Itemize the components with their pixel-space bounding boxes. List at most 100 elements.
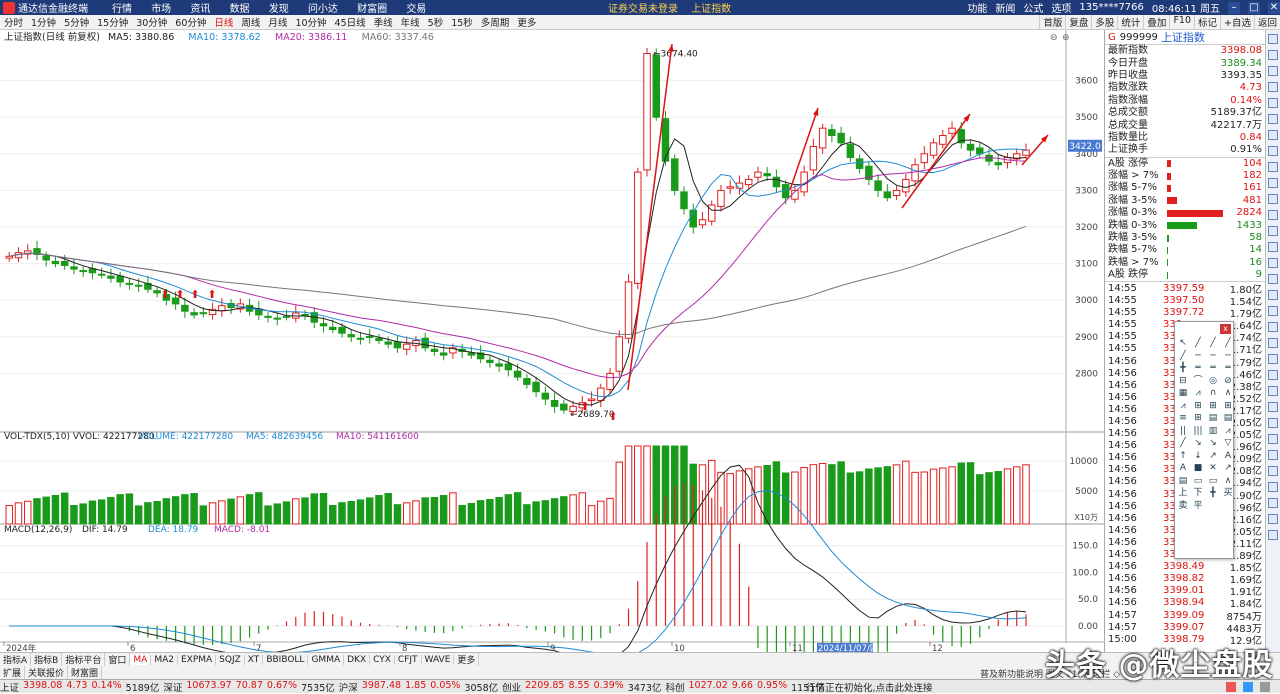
drawing-tool-icon[interactable]: ■ [1192, 463, 1204, 473]
period-button[interactable]: 5分钟 [60, 15, 93, 29]
drawing-tool-icon[interactable]: A [1222, 451, 1234, 461]
drawing-tool-icon[interactable]: ↗ [1222, 463, 1234, 473]
drawing-tool-icon[interactable]: ▤ [1222, 413, 1234, 423]
period-button[interactable]: 更多 [513, 15, 540, 29]
period-button[interactable]: 10分钟 [291, 15, 330, 29]
period-button[interactable]: 季线 [370, 15, 397, 29]
sidebar-tool-icon[interactable] [1268, 370, 1278, 380]
period-button[interactable]: 多周期 [477, 15, 514, 29]
drawing-tool-icon[interactable]: ⊞ [1192, 413, 1204, 423]
drawing-tool-icon[interactable]: 买 [1222, 488, 1234, 498]
drawing-tool-icon[interactable]: ∩ [1207, 388, 1219, 398]
drawing-tool-icon[interactable]: ⩘ [1177, 401, 1189, 411]
drawing-tool-icon[interactable]: ↗ [1207, 451, 1219, 461]
drawing-tool-icon[interactable]: ▥ [1207, 426, 1219, 436]
drawing-tool-icon[interactable]: ─ [1192, 351, 1204, 361]
indicator-tab[interactable]: MA2 [151, 654, 178, 665]
toolbar-button[interactable]: +自选 [1220, 15, 1254, 29]
menu-item[interactable]: 财富圈 [357, 4, 387, 15]
toolbar-button[interactable]: F10 [1169, 15, 1194, 29]
sidebar-tool-icon[interactable] [1268, 146, 1278, 156]
drawing-tool-icon[interactable]: ⩘ [1222, 426, 1234, 436]
indicator-tab[interactable]: DKX [344, 654, 371, 665]
toolbar-button[interactable]: 首版 [1039, 15, 1065, 29]
indicator-tab[interactable]: XT [245, 654, 264, 665]
drawing-tool-icon[interactable]: ═ [1207, 363, 1219, 373]
sidebar-tool-icon[interactable] [1268, 114, 1278, 124]
close-icon[interactable]: ✕ [1268, 1, 1280, 14]
drawing-tool-icon[interactable]: ╋ [1207, 488, 1219, 498]
toolbar-button[interactable]: 标记 [1194, 15, 1220, 29]
sidebar-tool-icon[interactable] [1268, 290, 1278, 300]
sidebar-tool-icon[interactable] [1268, 530, 1278, 540]
indicator-tab[interactable]: BBIBOLL [263, 654, 309, 665]
indicator-tab[interactable]: 窗口 [105, 653, 131, 666]
sidebar-tool-icon[interactable] [1268, 258, 1278, 268]
period-button[interactable]: 分时 [0, 15, 27, 29]
sidebar-tool-icon[interactable] [1268, 354, 1278, 364]
period-button[interactable]: 1分钟 [27, 15, 60, 29]
drawing-tool-icon[interactable]: ⊟ [1177, 376, 1189, 386]
drawing-tool-icon[interactable]: 上 [1177, 488, 1189, 498]
indicator-tab[interactable]: 指标平台 [62, 653, 106, 666]
period-button[interactable]: 45日线 [331, 15, 370, 29]
sidebar-tool-icon[interactable] [1268, 226, 1278, 236]
sidebar-tool-icon[interactable] [1268, 162, 1278, 172]
sidebar-tool-icon[interactable] [1268, 514, 1278, 524]
indicator-tab[interactable]: 指标B [31, 653, 63, 666]
formula-menu[interactable]: 公式 [1023, 0, 1043, 15]
period-button[interactable]: 60分钟 [171, 15, 210, 29]
close-icon[interactable]: x [1220, 324, 1231, 334]
drawing-tool-icon[interactable]: ⊞ [1222, 401, 1234, 411]
sidebar-tool-icon[interactable] [1268, 194, 1278, 204]
sidebar-tool-icon[interactable] [1268, 82, 1278, 92]
menu-item[interactable]: 问小达 [308, 4, 338, 15]
sidebar-tool-icon[interactable] [1268, 418, 1278, 428]
drawing-tool-icon[interactable]: 卖 [1177, 501, 1189, 511]
drawing-tool-icon[interactable]: ═ [1192, 363, 1204, 373]
sidebar-tool-icon[interactable] [1268, 450, 1278, 460]
drawing-tool-icon[interactable]: ╱ [1207, 338, 1219, 348]
drawing-tool-icon[interactable]: 平 [1192, 501, 1204, 511]
drawing-tool-icon[interactable]: ═ [1222, 363, 1234, 373]
indicator-tab[interactable]: SQJZ [216, 654, 245, 665]
sidebar-tool-icon[interactable] [1268, 274, 1278, 284]
sidebar-tool-icon[interactable] [1268, 482, 1278, 492]
toolbar-button[interactable]: 叠加 [1143, 15, 1169, 29]
drawing-tool-icon[interactable]: ↑ [1177, 451, 1189, 461]
sidebar-tool-icon[interactable] [1268, 98, 1278, 108]
period-button[interactable]: 月线 [264, 15, 291, 29]
drawing-tool-icon[interactable]: ⌒ [1192, 376, 1204, 386]
indicator-tab[interactable]: CFJT [395, 654, 422, 665]
drawing-tool-icon[interactable]: ▭ [1192, 476, 1204, 486]
drawing-tool-icon[interactable]: ||| [1192, 426, 1204, 436]
menu-item[interactable]: 资讯 [190, 4, 210, 15]
drawing-tool-icon[interactable]: ╱ [1222, 338, 1234, 348]
drawing-tool-icon[interactable]: ↓ [1192, 451, 1204, 461]
drawing-tool-icon[interactable]: ⊞ [1192, 401, 1204, 411]
period-button[interactable]: 5秒 [424, 15, 448, 29]
drawing-tool-icon[interactable]: ─ [1222, 351, 1234, 361]
toolbar-button[interactable]: 多股 [1091, 15, 1117, 29]
drawing-tool-icon[interactable]: ⊘ [1222, 376, 1234, 386]
drawing-tool-icon[interactable]: || [1177, 426, 1189, 436]
connection-message[interactable]: 行情正在初始化,点击此处连接 [806, 680, 933, 694]
drawing-tool-icon[interactable]: ╱ [1177, 351, 1189, 361]
period-button[interactable]: 日线 [210, 15, 237, 29]
sidebar-tool-icon[interactable] [1268, 338, 1278, 348]
indicator-tab[interactable]: GMMA [308, 654, 345, 665]
sidebar-tool-icon[interactable] [1268, 322, 1278, 332]
indicator-tab[interactable]: CYX [370, 654, 395, 665]
extension-tab[interactable]: 关联报价 [25, 666, 69, 679]
sidebar-tool-icon[interactable] [1268, 466, 1278, 476]
sidebar-tool-icon[interactable] [1268, 130, 1278, 140]
extension-tab[interactable]: 财富圈 [68, 666, 103, 679]
indicator-tab[interactable]: EXPMA [178, 654, 217, 665]
period-button[interactable]: 30分钟 [132, 15, 171, 29]
indicator-tab[interactable]: MA [130, 654, 152, 665]
drawing-tool-icon[interactable]: ✕ [1207, 463, 1219, 473]
sidebar-tool-icon[interactable] [1268, 386, 1278, 396]
drawing-tool-icon[interactable]: ▤ [1177, 476, 1189, 486]
kline-chart[interactable]: 3600350034003300320031003000290028003422… [0, 30, 1104, 652]
period-button[interactable]: 15分钟 [93, 15, 132, 29]
